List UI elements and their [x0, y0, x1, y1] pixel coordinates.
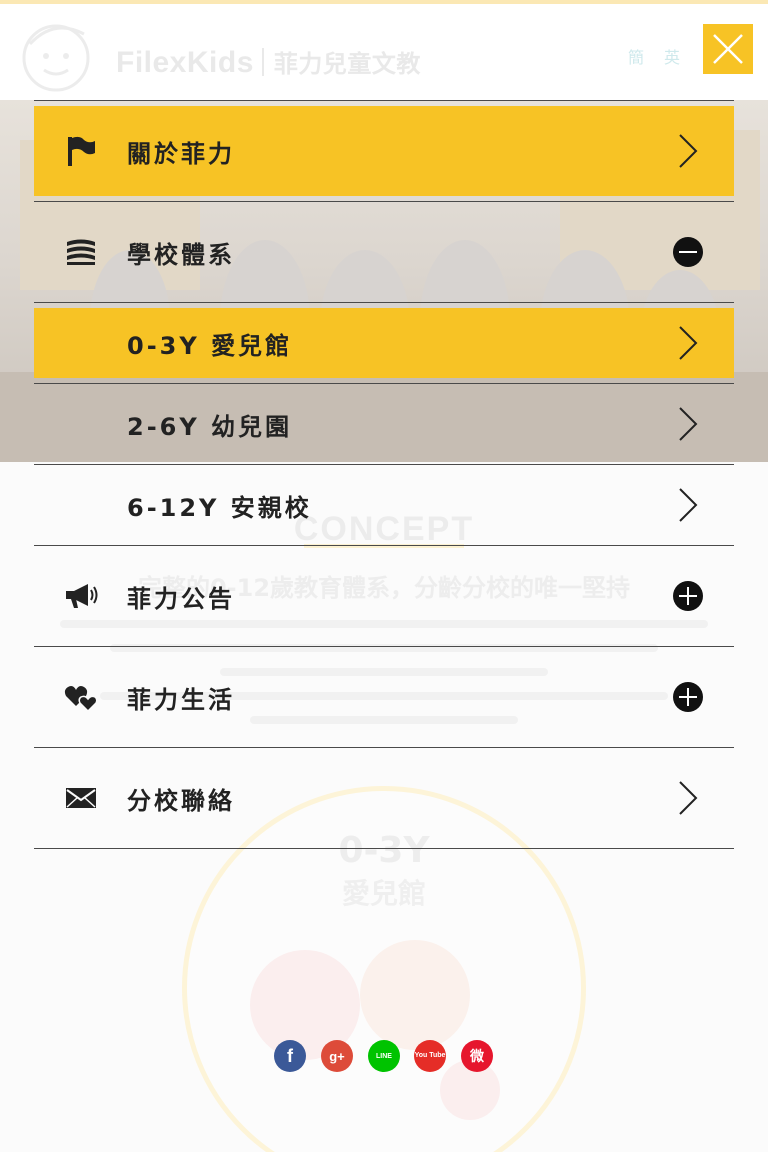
logo-icon [22, 24, 90, 92]
chevron-right-icon [679, 781, 698, 815]
submenu-item-6-12y[interactable]: 6-12Y 安親校 [34, 465, 734, 546]
menu-item-label: 學校體系 [127, 240, 235, 269]
lang-option-english[interactable]: 英 [664, 44, 680, 68]
hearts-icon [64, 680, 98, 714]
menu-item-label: 菲力生活 [127, 685, 235, 714]
menu-item-label: 0-3Y 愛兒館 [127, 331, 293, 360]
chevron-right-icon [679, 407, 698, 441]
plus-circle-icon[interactable] [672, 580, 704, 612]
site-header: FilexKids 菲力兒童文教 簡 英 [0, 4, 768, 100]
lang-option-simplified[interactable]: 簡 [628, 44, 644, 68]
line-icon[interactable]: LINE [368, 1040, 400, 1072]
main-menu: 關於菲力 學校體系 0-3Y 愛兒館 2-6Y 幼兒園 6-12Y 安親校 菲力… [34, 100, 734, 849]
minus-circle-icon[interactable] [672, 236, 704, 268]
menu-item-contact[interactable]: 分校聯絡 [34, 748, 734, 849]
books-stack-icon [64, 235, 98, 269]
menu-item-school-system[interactable]: 學校體系 [34, 202, 734, 303]
menu-item-life[interactable]: 菲力生活 [34, 647, 734, 748]
submenu-item-2-6y[interactable]: 2-6Y 幼兒園 [34, 384, 734, 465]
google-plus-icon[interactable]: g+ [321, 1040, 353, 1072]
menu-item-label: 菲力公告 [127, 584, 235, 613]
menu-item-label: 6-12Y 安親校 [127, 493, 312, 522]
illustration-kid [360, 940, 470, 1050]
chevron-right-icon [679, 488, 698, 522]
youtube-icon[interactable]: You Tube [414, 1040, 446, 1072]
menu-item-about[interactable]: 關於菲力 [34, 101, 734, 202]
featured-name: 愛兒館 [341, 877, 426, 910]
menu-item-label: 2-6Y 幼兒園 [127, 412, 293, 441]
facebook-icon[interactable]: f [274, 1040, 306, 1072]
plus-circle-icon[interactable] [672, 681, 704, 713]
menu-item-label: 關於菲力 [127, 139, 235, 168]
close-icon [713, 34, 743, 64]
chevron-right-icon [679, 326, 698, 360]
menu-item-announcements[interactable]: 菲力公告 [34, 546, 734, 647]
envelope-icon [64, 781, 98, 815]
weibo-icon[interactable]: 微 [461, 1040, 493, 1072]
flag-icon [64, 134, 98, 168]
chevron-right-icon [679, 134, 698, 168]
brand-name: FilexKids 菲力兒童文教 [116, 46, 421, 79]
submenu-item-0-3y[interactable]: 0-3Y 愛兒館 [34, 303, 734, 384]
social-links: f g+ LINE You Tube 微 [274, 1040, 496, 1074]
menu-item-label: 分校聯絡 [127, 786, 235, 815]
close-menu-button[interactable] [703, 24, 753, 74]
megaphone-icon [64, 579, 98, 613]
